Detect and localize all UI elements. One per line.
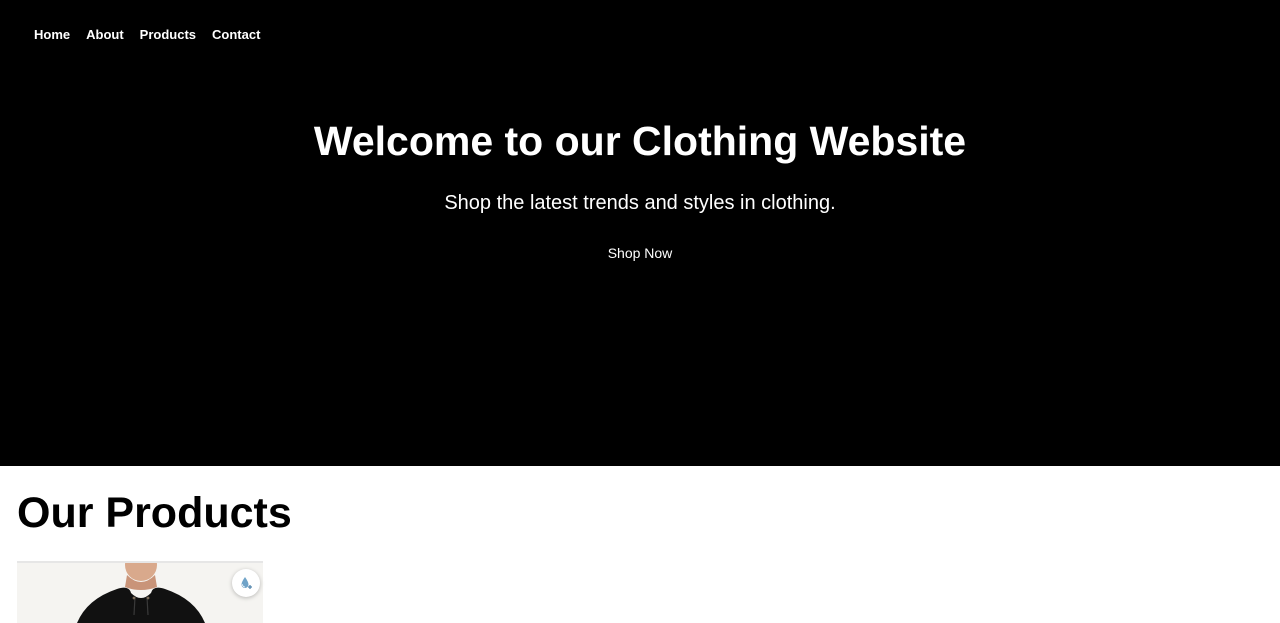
water-drop-plus-icon: [241, 577, 252, 589]
nav-link-products[interactable]: Products: [140, 27, 196, 43]
nav-link-about[interactable]: About: [86, 27, 124, 43]
hoodie-model-image: [17, 563, 263, 623]
hero-title: Welcome to our Clothing Website: [313, 118, 967, 164]
shop-now-button[interactable]: Shop Now: [590, 241, 690, 265]
floating-action-button[interactable]: [232, 569, 260, 597]
main-nav: Home About Products Contact: [34, 27, 276, 43]
products-section-title: Our Products: [17, 489, 292, 537]
nav-link-home[interactable]: Home: [34, 27, 70, 43]
hero-subtitle: Shop the latest trends and styles in clo…: [444, 192, 836, 214]
product-card[interactable]: [17, 561, 263, 623]
hero-section: Home About Products Contact Welcome to o…: [0, 0, 1280, 466]
nav-link-contact[interactable]: Contact: [212, 27, 260, 43]
